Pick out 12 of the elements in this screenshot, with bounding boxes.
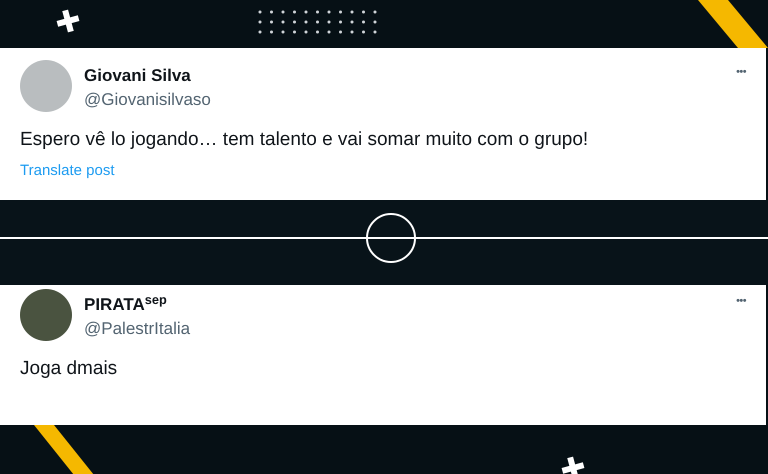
author-handle: @Giovanisilvaso — [84, 89, 211, 111]
author-name: PIRATA$^{sep}$ — [84, 293, 168, 316]
avatar-placeholder — [20, 289, 72, 341]
more-button[interactable]: ••• — [736, 64, 746, 80]
avatar-placeholder — [20, 60, 72, 112]
plus-icon — [560, 455, 586, 474]
post-text: Espero vê lo jogando… tem talento e vai somar muito com o grupo! — [20, 128, 590, 152]
author-name: Giovani Silva — [84, 65, 192, 87]
post-text: Joga dmais — [20, 357, 118, 381]
more-button[interactable]: ••• — [736, 293, 746, 310]
plus-icon — [55, 8, 81, 34]
author-handle: @PalestrItalia — [84, 318, 190, 340]
